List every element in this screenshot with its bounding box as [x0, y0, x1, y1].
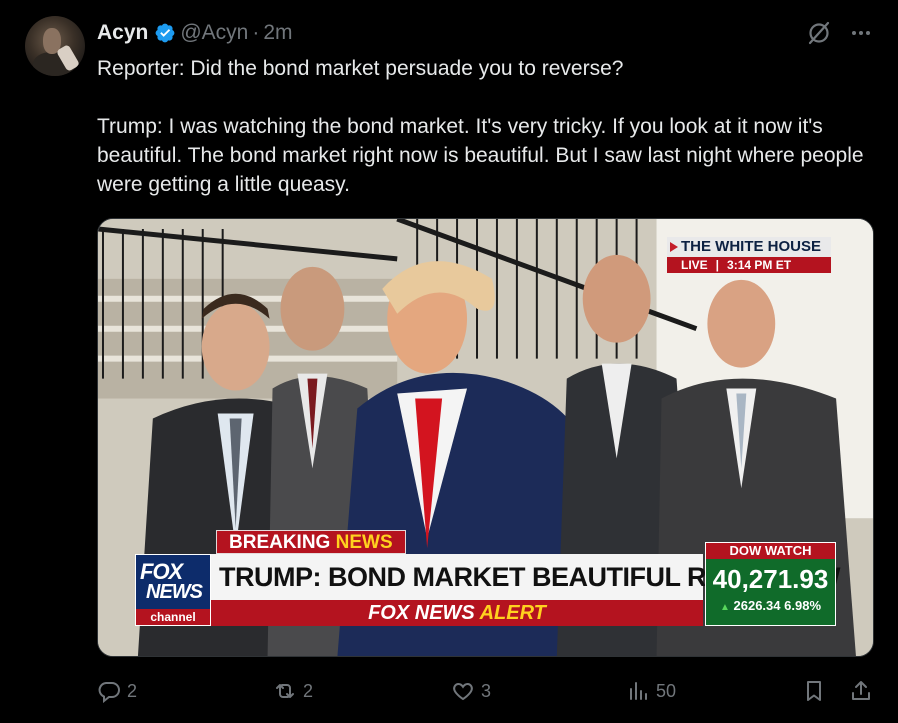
- dow-change-points: 2626.34: [733, 598, 781, 613]
- dow-change: ▲ 2626.34 6.98%: [706, 597, 835, 617]
- live-indicator: LIVE | 3:14 PM ET: [667, 257, 831, 273]
- live-label: LIVE: [681, 258, 708, 272]
- header-separator: ·: [252, 21, 260, 44]
- avatar[interactable]: [25, 16, 85, 76]
- reply-icon: [98, 682, 120, 703]
- repost-icon: [276, 684, 294, 698]
- bookmark-button[interactable]: [802, 676, 826, 706]
- dow-change-pct: 6.98%: [784, 598, 822, 613]
- dow-watch-box: DOW WATCH 40,271.93 ▲ 2626.34 6.98%: [705, 542, 836, 626]
- alert-brand: FOX NEWS: [368, 602, 475, 624]
- news-headline: TRUMP: BOND MARKET BEAUTIFUL RIGHT NOW: [211, 554, 840, 600]
- like-count: 3: [481, 680, 492, 701]
- news-alert-bar: FOX NEWS ALERT: [211, 600, 703, 626]
- reply-count: 2: [127, 680, 138, 701]
- dow-label: DOW WATCH: [706, 543, 835, 559]
- views-icon: [630, 682, 647, 700]
- grok-icon[interactable]: [806, 20, 832, 46]
- share-button[interactable]: [849, 676, 873, 706]
- tweet-header: Acyn @Acyn · 2m: [97, 20, 293, 46]
- logo-line-channel: channel: [136, 609, 210, 625]
- author-name[interactable]: Acyn: [97, 21, 148, 45]
- tweet-text: Reporter: Did the bond market persuade y…: [97, 54, 877, 199]
- dow-value: 40,271.93: [712, 564, 829, 594]
- repost-count: 2: [303, 680, 314, 701]
- views-count: 50: [656, 680, 677, 701]
- like-icon: [453, 682, 473, 701]
- live-separator: |: [715, 258, 720, 272]
- breaking-news-word: NEWS: [335, 532, 393, 553]
- tweet-timestamp[interactable]: 2m: [263, 21, 292, 45]
- location-text: THE WHITE HOUSE: [667, 237, 831, 257]
- verified-badge-icon: [155, 23, 175, 43]
- more-icon[interactable]: [848, 20, 874, 46]
- up-arrow-icon: ▲: [719, 602, 730, 613]
- live-time: 3:14 PM ET: [727, 258, 792, 272]
- alert-word: ALERT: [479, 602, 546, 624]
- breaking-word: BREAKING: [229, 532, 331, 553]
- reply-button[interactable]: 2: [97, 676, 137, 706]
- fox-news-logo: FOX NEWS channel: [135, 554, 211, 626]
- views-button[interactable]: 50: [626, 676, 676, 706]
- like-button[interactable]: 3: [451, 676, 491, 706]
- repost-button[interactable]: 2: [273, 676, 313, 706]
- breaking-news-banner: BREAKING NEWS: [216, 530, 406, 554]
- logo-line-news: NEWS: [146, 581, 203, 603]
- bookmark-icon: [807, 681, 821, 701]
- tweet-media-video[interactable]: THE WHITE HOUSE LIVE | 3:14 PM ET BREAKING…: [97, 218, 874, 657]
- author-handle[interactable]: @Acyn: [180, 21, 248, 45]
- location-bug: THE WHITE HOUSE LIVE | 3:14 PM ET: [667, 237, 831, 275]
- share-icon: [852, 681, 870, 700]
- news-lower-third: BREAKING NEWS FOX NEWS channel TRUMP: BO…: [98, 530, 873, 640]
- tweet-action-bar: 2 2 3 50: [97, 676, 877, 706]
- tweet-text-line: Trump: I was watching the bond market. I…: [97, 115, 864, 196]
- tweet-text-line: Reporter: Did the bond market persuade y…: [97, 57, 624, 80]
